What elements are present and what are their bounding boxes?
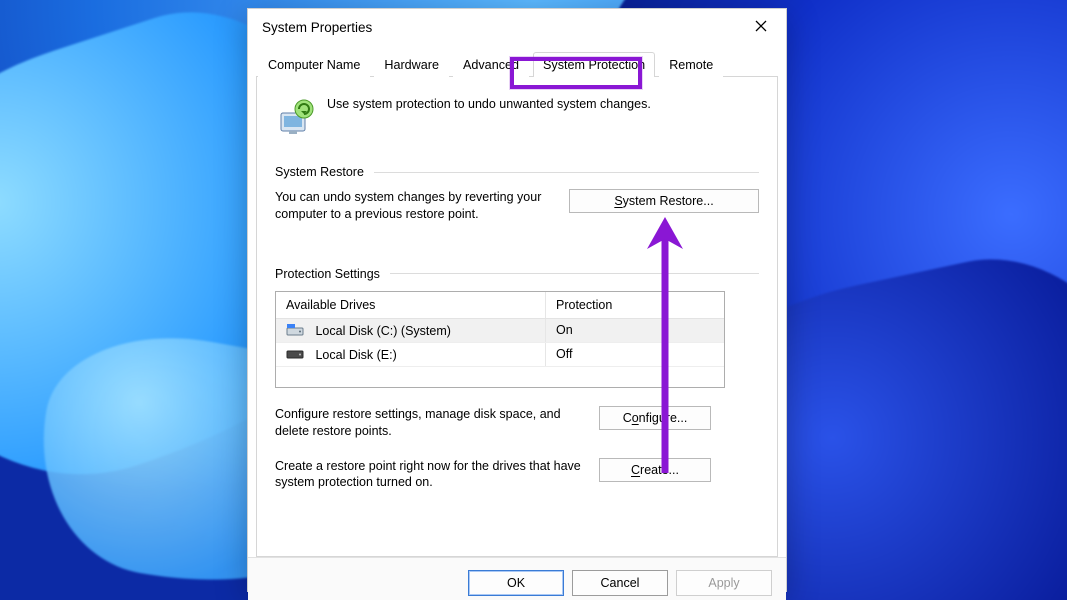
tab-strip: Computer Name Hardware Advanced System P…	[256, 51, 778, 77]
column-header-protection[interactable]: Protection	[546, 292, 724, 318]
system-restore-heading: System Restore	[275, 165, 364, 179]
divider	[390, 273, 759, 274]
desktop-wallpaper: System Properties Computer Name Hardware…	[0, 0, 1067, 600]
tab-panel-system-protection: Use system protection to undo unwanted s…	[256, 77, 778, 557]
drive-label: Local Disk (C:) (System)	[315, 324, 450, 338]
tab-hardware[interactable]: Hardware	[374, 52, 449, 77]
drive-status: Off	[546, 343, 724, 365]
dialog-button-bar: OK Cancel Apply	[248, 557, 786, 600]
column-header-drives[interactable]: Available Drives	[276, 292, 546, 318]
configure-button[interactable]: Configure...	[599, 406, 711, 430]
close-button[interactable]	[744, 14, 778, 40]
window-title: System Properties	[262, 20, 372, 35]
system-restore-button[interactable]: System Restore...	[569, 189, 759, 213]
close-icon	[755, 19, 767, 35]
table-row[interactable]: Local Disk (C:) (System) On	[276, 319, 724, 343]
create-button[interactable]: Create...	[599, 458, 711, 482]
system-protection-icon	[275, 97, 315, 137]
system-drive-icon	[286, 323, 306, 337]
apply-button[interactable]: Apply	[676, 570, 772, 596]
system-properties-window: System Properties Computer Name Hardware…	[247, 8, 787, 592]
create-description: Create a restore point right now for the…	[275, 458, 585, 492]
configure-description: Configure restore settings, manage disk …	[275, 406, 585, 440]
divider	[374, 172, 759, 173]
drive-label: Local Disk (E:)	[315, 348, 396, 362]
cancel-button[interactable]: Cancel	[572, 570, 668, 596]
protection-settings-heading: Protection Settings	[275, 267, 380, 281]
tab-system-protection[interactable]: System Protection	[533, 52, 655, 77]
table-row[interactable]: Local Disk (E:) Off	[276, 343, 724, 367]
ok-button[interactable]: OK	[468, 570, 564, 596]
titlebar: System Properties	[248, 9, 786, 45]
system-restore-description: You can undo system changes by reverting…	[275, 189, 553, 223]
tab-advanced[interactable]: Advanced	[453, 52, 529, 77]
tab-remote[interactable]: Remote	[659, 52, 723, 77]
intro-text: Use system protection to undo unwanted s…	[327, 97, 651, 111]
drives-table: Available Drives Protection Local Disk (…	[275, 291, 725, 388]
drive-status: On	[546, 319, 724, 341]
drive-icon	[286, 347, 306, 361]
tab-computer-name[interactable]: Computer Name	[258, 52, 370, 77]
